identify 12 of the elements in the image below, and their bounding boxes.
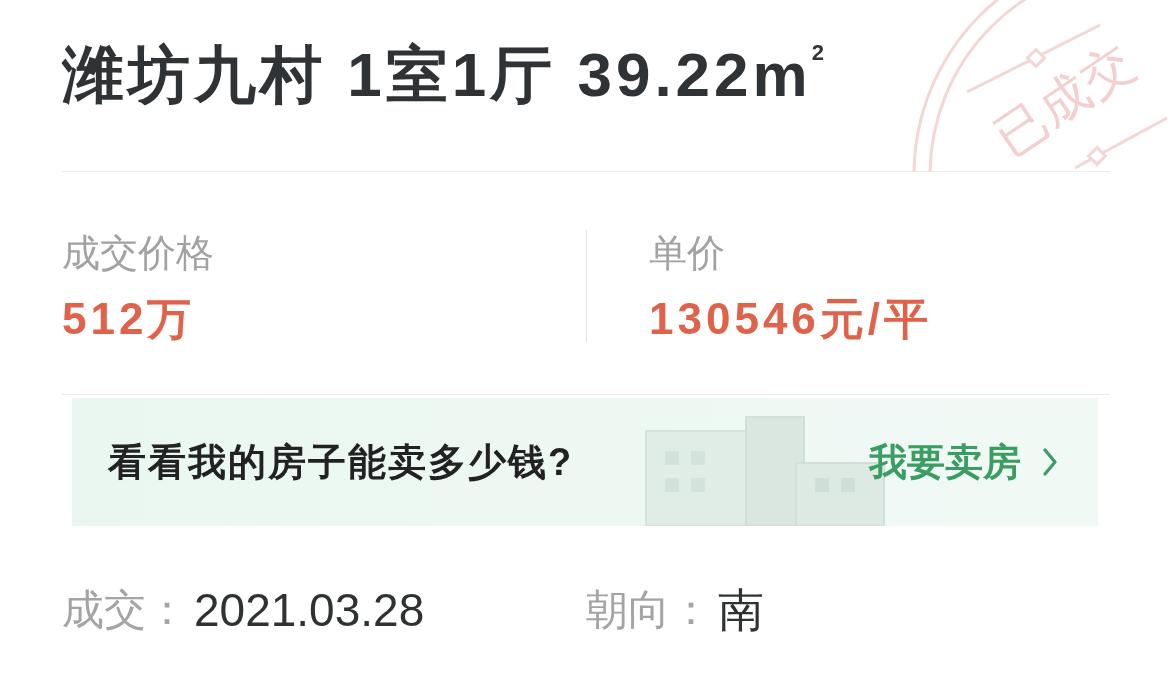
chevron-right-icon [1043, 448, 1058, 476]
detail-value: 南 [718, 583, 764, 638]
detail-label: 朝向： [586, 585, 712, 635]
detail-value: 2021.03.28 [194, 583, 425, 638]
detail-label: 成交： [62, 585, 188, 635]
price-label: 单价 [649, 231, 725, 276]
price-value: 512万 [62, 296, 196, 342]
listing-title: 潍坊九村 1室1厅 39.22m$^{2}$ [62, 39, 824, 111]
sell-house-link[interactable]: 我要卖房 [869, 439, 1058, 485]
banner-question: 看看我的房子能卖多少钱? [108, 440, 574, 485]
price-value: 130546元/平 [649, 296, 933, 342]
price-label: 成交价格 [62, 231, 214, 276]
